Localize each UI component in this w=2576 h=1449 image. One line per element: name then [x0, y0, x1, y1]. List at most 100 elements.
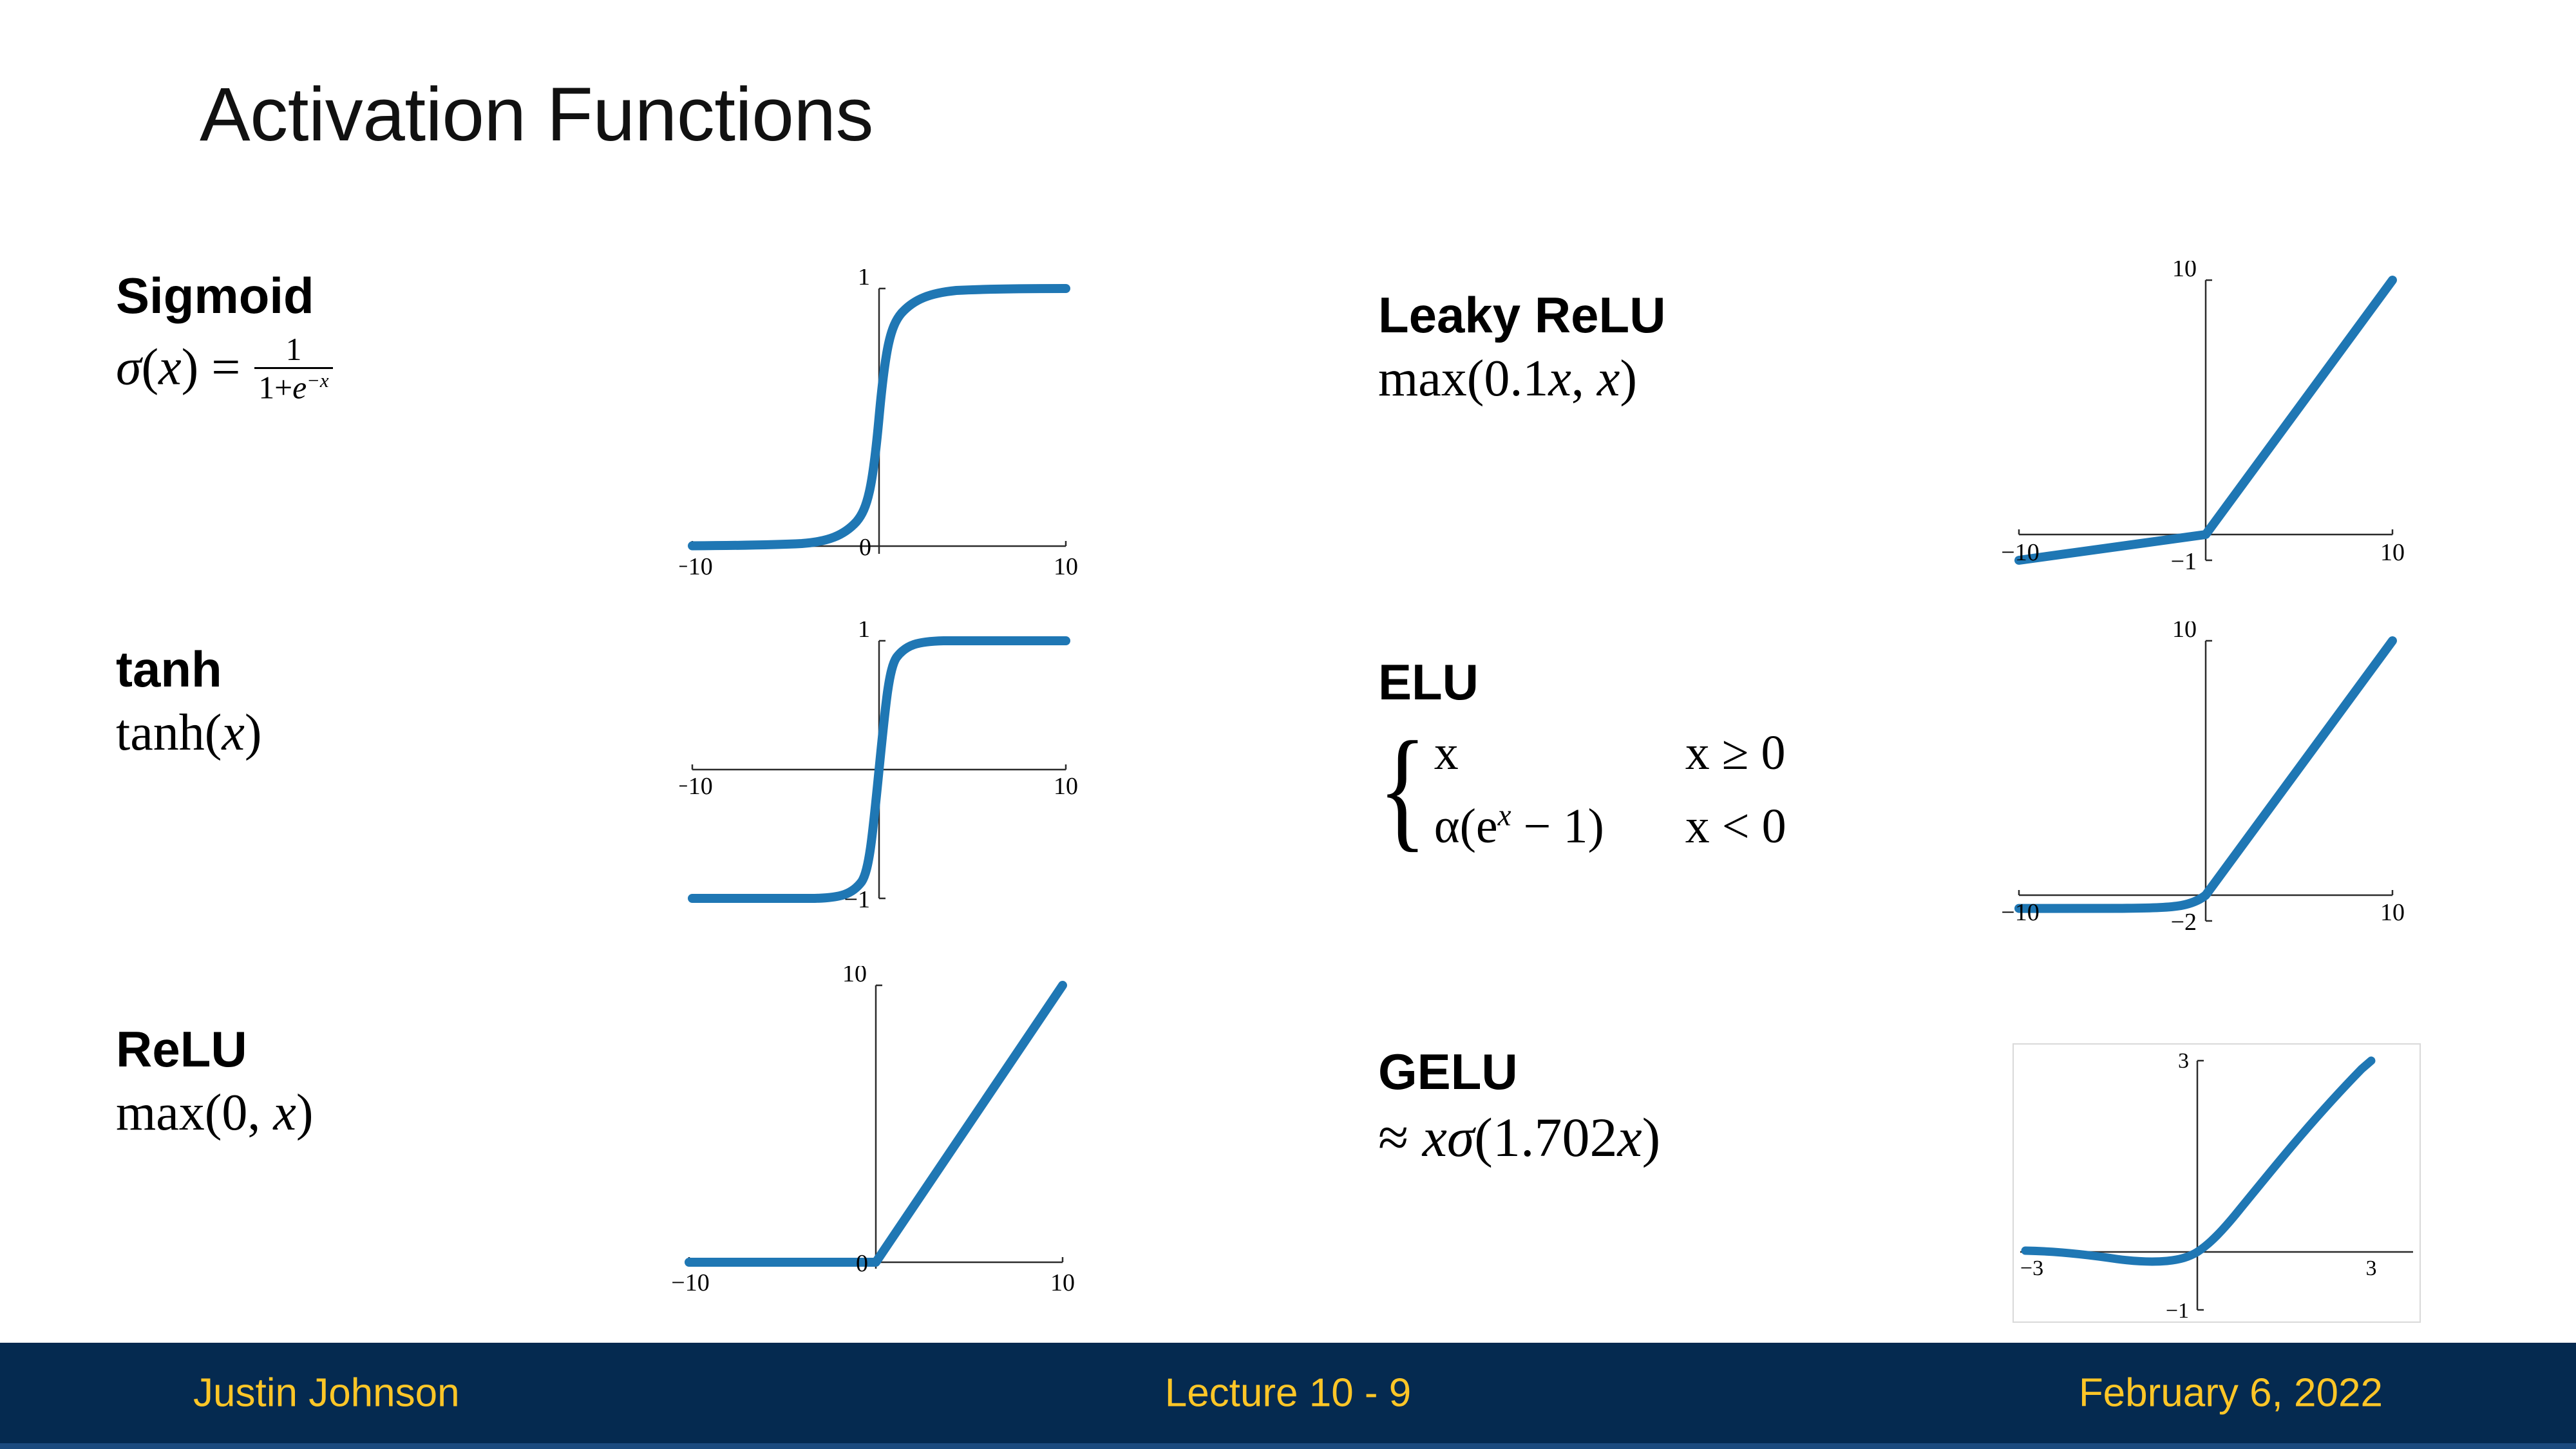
variable-x: x	[273, 1084, 296, 1141]
sigmoid-chart-svg: 1 0 −10 10	[679, 269, 1078, 578]
ytick-label-10: 10	[2172, 261, 2197, 282]
footer-inner: Justin Johnson Lecture 10 - 9 February 6…	[0, 1343, 2576, 1443]
paren-open: (	[1466, 350, 1484, 407]
xtick-label-neg3: −3	[2020, 1256, 2043, 1280]
case2-open-e: (e	[1459, 799, 1498, 853]
variable-x-scaled: x	[1617, 1106, 1642, 1168]
coefficient: 0.1	[1484, 350, 1549, 407]
leaky-relu-chart-svg: 10 −1 −10 10	[2001, 261, 2405, 575]
piecewise-cases: x x ≥ 0 α(ex − 1) x < 0	[1434, 716, 1786, 863]
arg-zero: 0	[222, 1084, 248, 1141]
function-formula-relu: max(0, x)	[116, 1086, 314, 1140]
ytick-label-3: 3	[2178, 1049, 2189, 1073]
xtick-label-10: 10	[1050, 1269, 1075, 1294]
footer-date: February 6, 2022	[2078, 1370, 2383, 1416]
piecewise-brace: {	[1378, 714, 1427, 864]
function-name-relu: ReLU	[116, 1021, 247, 1077]
comma: ,	[247, 1084, 261, 1141]
fraction-denominator: 1+e−x	[254, 367, 333, 406]
ytick-label-0: 0	[859, 534, 871, 561]
tanh-plot: 1 −1 −10 10	[679, 621, 1079, 924]
case2-expression: α(ex − 1)	[1434, 790, 1685, 863]
ytick-label-10: 10	[842, 966, 867, 987]
elu-chart-svg: 10 −2 −10 10	[2001, 621, 2405, 936]
function-formula-sigmoid: σ(x) = 1 1+e−x	[116, 332, 334, 406]
function-block-relu: ReLU max(0, x)	[116, 1021, 314, 1140]
case2-tail: − 1)	[1511, 799, 1604, 853]
fraction: 1 1+e−x	[254, 331, 333, 406]
sigmoid-plot: 1 0 −10 10	[679, 269, 1079, 578]
elu-plot: 10 −2 −10 10	[1993, 621, 2405, 950]
case2-exponent: x	[1497, 799, 1511, 833]
alpha-symbol: α	[1434, 799, 1460, 853]
page-title: Activation Functions	[200, 72, 873, 157]
gelu-curve	[2021, 1056, 2376, 1266]
function-name-elu: ELU	[1378, 654, 1479, 710]
fraction-numerator: 1	[285, 331, 302, 367]
footer-bar: Justin Johnson Lecture 10 - 9 February 6…	[0, 1343, 2576, 1449]
footer-lecture: Lecture 10 - 9	[1164, 1370, 1412, 1416]
euler-e: e	[292, 370, 307, 406]
paren-open: (	[204, 704, 222, 761]
function-formula-leaky-relu: max(0.1x, x)	[1378, 352, 1666, 406]
paren-close: )	[181, 338, 199, 395]
function-block-sigmoid: Sigmoid σ(x) = 1 1+e−x	[116, 270, 334, 406]
function-block-leaky-relu: Leaky ReLU max(0.1x, x)	[1378, 289, 1666, 406]
xtick-label-neg10: −10	[679, 553, 713, 578]
case2-condition: x < 0	[1685, 799, 1786, 853]
exponent-minus-x: −x	[307, 370, 329, 392]
case1-condition: x ≥ 0	[1685, 725, 1786, 780]
coefficient: 1.702	[1492, 1106, 1618, 1168]
function-name-gelu: GELU	[1378, 1043, 1518, 1100]
paren-close: )	[296, 1084, 314, 1141]
ytick-label-1: 1	[858, 269, 870, 290]
xtick-label-neg10: −10	[2001, 899, 2039, 926]
variable-x-scaled: x	[1548, 350, 1571, 407]
function-name-sigmoid: Sigmoid	[116, 267, 314, 324]
gelu-chart-svg: 3 −1 −3 3	[2020, 1049, 2413, 1321]
tanh-word: tanh	[116, 704, 205, 761]
case-row-2: α(ex − 1) x < 0	[1434, 790, 1786, 863]
gelu-plot: 3 −1 −3 3	[2012, 1043, 2421, 1323]
ytick-label-neg2: −2	[2171, 909, 2197, 936]
ytick-label-10: 10	[2172, 621, 2197, 643]
max-word: max	[116, 1084, 205, 1141]
function-formula-tanh: tanh(x)	[116, 706, 262, 760]
function-block-gelu: GELU ≈ xσ(1.702x)	[1378, 1046, 1660, 1166]
paren-close: )	[1620, 350, 1638, 407]
xtick-label-10: 10	[2380, 899, 2405, 926]
relu-plot: 10 0 −10 10	[663, 966, 1075, 1294]
xtick-label-10: 10	[1054, 553, 1078, 578]
sigma-symbol: σ	[1446, 1106, 1475, 1168]
xtick-label-3: 3	[2366, 1256, 2377, 1280]
ytick-label-0: 0	[856, 1250, 868, 1277]
variable-x: x	[222, 704, 245, 761]
function-block-elu: ELU { x x ≥ 0 α(ex − 1) x < 0	[1378, 654, 1786, 864]
variable-x: x	[1596, 350, 1620, 407]
max-word: max	[1378, 350, 1467, 407]
paren-close: )	[244, 704, 262, 761]
paren-open: (	[141, 338, 159, 395]
case-row-1: x x ≥ 0	[1434, 716, 1786, 790]
paren-open: (	[1474, 1106, 1493, 1168]
approx-sign: ≈	[1378, 1106, 1409, 1168]
tanh-chart-svg: 1 −1 −10 10	[679, 621, 1078, 913]
sigma-symbol: σ	[116, 338, 142, 395]
slide-root: Activation Functions Sigmoid σ(x) = 1 1+…	[0, 0, 2576, 1449]
leaky-relu-plot: 10 −1 −10 10	[1993, 261, 2405, 589]
function-block-tanh: tanh tanh(x)	[116, 641, 262, 760]
equals-sign: =	[211, 338, 241, 395]
xtick-label-10: 10	[1054, 773, 1078, 800]
xtick-label-neg10: −10	[679, 773, 713, 800]
ytick-label-1: 1	[858, 621, 870, 643]
xtick-label-neg10: −10	[671, 1269, 709, 1294]
variable-x: x	[158, 338, 182, 395]
case1-expression: x	[1434, 725, 1459, 780]
function-name-tanh: tanh	[116, 641, 222, 697]
paren-open: (	[204, 1084, 222, 1141]
paren-close: )	[1642, 1106, 1661, 1168]
ytick-label-neg1: −1	[844, 886, 870, 913]
denominator-one-plus: 1+	[258, 370, 293, 406]
function-formula-gelu: ≈ xσ(1.702x)	[1378, 1108, 1660, 1166]
footer-author: Justin Johnson	[193, 1370, 460, 1416]
